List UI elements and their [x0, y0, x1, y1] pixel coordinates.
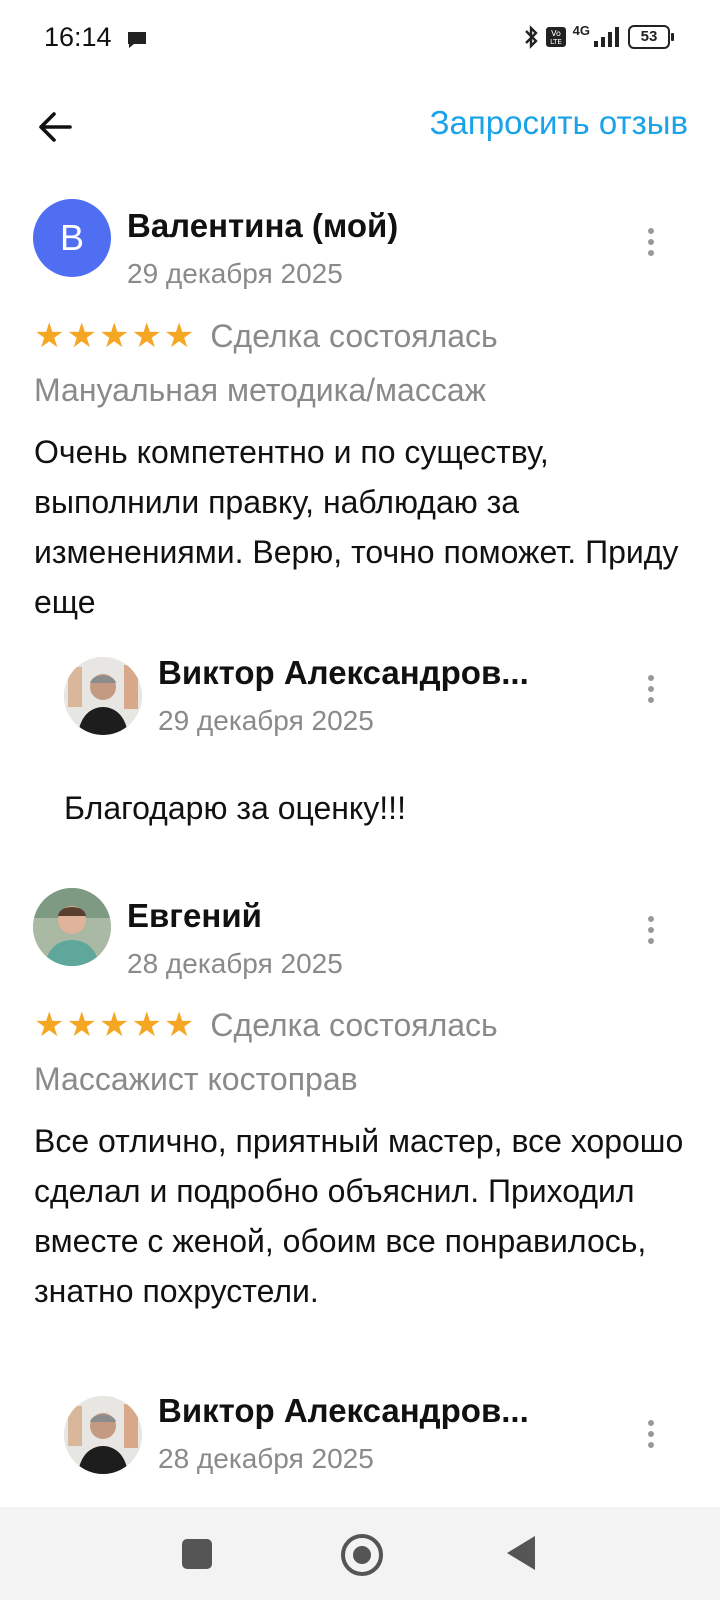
network-type: 4G: [572, 22, 590, 38]
status-time: 16:14: [44, 22, 112, 52]
service-name: Мануальная методика/массаж: [34, 372, 487, 408]
svg-text:Vo: Vo: [551, 29, 561, 38]
star-rating: ★★★★★: [34, 1006, 197, 1044]
status-bar: 16:14 Vo LTE 4G 53: [0, 0, 720, 80]
svg-text:LTE: LTE: [550, 38, 562, 46]
reply-author: Виктор Александров...: [158, 654, 529, 691]
review-author: Евгений: [127, 897, 262, 934]
app-bar: Запросить отзыв: [0, 86, 720, 166]
message-icon: [128, 32, 146, 48]
more-options-icon[interactable]: [636, 664, 666, 714]
status-icons: Vo LTE 4G 53: [523, 22, 674, 50]
person-photo-icon: [64, 657, 142, 735]
volte-icon: Vo LTE: [545, 27, 566, 47]
rating-row: ★★★★★ Сделка состоялась: [34, 316, 498, 356]
review-text: Все отлично, приятный мастер, все хорошо…: [34, 1123, 684, 1309]
reply-date: 28 декабря 2025: [158, 1443, 374, 1474]
bluetooth-icon: [524, 25, 538, 49]
avatar: [64, 1396, 142, 1474]
back-triangle-icon[interactable]: [507, 1536, 535, 1570]
review-text: Очень компетентно и по существу, выполни…: [34, 434, 679, 620]
person-photo-icon: [33, 888, 111, 966]
home-circle-icon[interactable]: [341, 1534, 383, 1576]
more-options-icon[interactable]: [636, 905, 666, 955]
deal-status: Сделка состоялась: [210, 1006, 498, 1043]
system-nav-bar: [0, 1507, 720, 1600]
rating-row: ★★★★★ Сделка состоялась: [34, 1005, 498, 1045]
review-date: 29 декабря 2025: [127, 258, 343, 289]
more-options-icon[interactable]: [636, 1409, 666, 1459]
arrow-left-icon[interactable]: [30, 102, 80, 152]
avatar: В: [33, 199, 111, 277]
avatar: [64, 657, 142, 735]
person-photo-icon: [64, 1396, 142, 1474]
review-date: 28 декабря 2025: [127, 948, 343, 979]
star-rating: ★★★★★: [34, 317, 197, 355]
deal-status: Сделка состоялась: [210, 317, 498, 354]
battery-icon: 53: [628, 25, 674, 49]
signal-icon: [594, 27, 619, 47]
review-author: Валентина (мой): [127, 207, 399, 244]
service-name: Массажист костоправ: [34, 1061, 358, 1097]
more-options-icon[interactable]: [636, 217, 666, 267]
avatar: [33, 888, 111, 966]
recents-square-icon[interactable]: [182, 1539, 212, 1569]
reply-text: Благодарю за оценку!!!: [64, 790, 406, 826]
request-review-button[interactable]: Запросить отзыв: [430, 104, 688, 142]
reply-author: Виктор Александров...: [158, 1392, 529, 1429]
reply-date: 29 декабря 2025: [158, 705, 374, 736]
